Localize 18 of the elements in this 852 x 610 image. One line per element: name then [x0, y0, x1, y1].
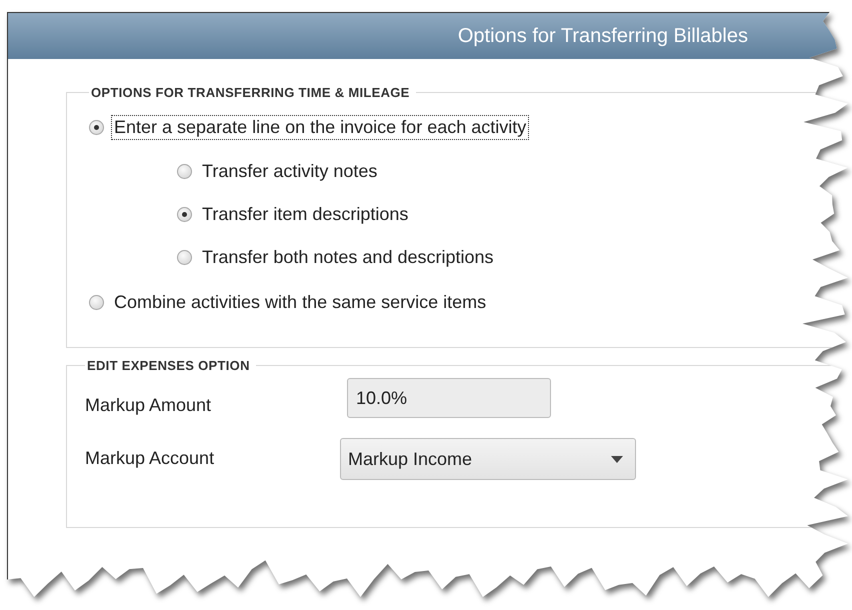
radio-label[interactable]: Combine activities with the same service items	[112, 290, 488, 314]
group-title: EDIT EXPENSES OPTION	[86, 358, 251, 373]
radio-button[interactable]	[89, 120, 104, 134]
radio-label[interactable]: Enter a separate line on the invoice for each activity	[112, 116, 528, 138]
caret-icon	[611, 456, 623, 462]
account-dropdown[interactable]: Markup Income	[340, 438, 636, 480]
window-title: Options for Transferring Billables	[458, 24, 748, 48]
radio-button[interactable]	[177, 164, 192, 179]
group-title: OPTIONS FOR TRANSFERRING TIME & MILEAGE	[90, 85, 411, 100]
field-label: Markup Amount	[85, 394, 212, 416]
field-label: Markup Account	[85, 447, 216, 469]
markup-amount-field[interactable]: 10.0%	[347, 378, 551, 418]
radio-button[interactable]	[177, 250, 192, 265]
radio-label[interactable]: Transfer both notes and descriptions	[200, 246, 496, 269]
radio-label[interactable]: Transfer activity notes	[200, 160, 380, 183]
radio-button[interactable]	[177, 207, 192, 222]
radio-label[interactable]: Transfer item descriptions	[200, 203, 410, 226]
radio-button[interactable]	[89, 294, 104, 310]
